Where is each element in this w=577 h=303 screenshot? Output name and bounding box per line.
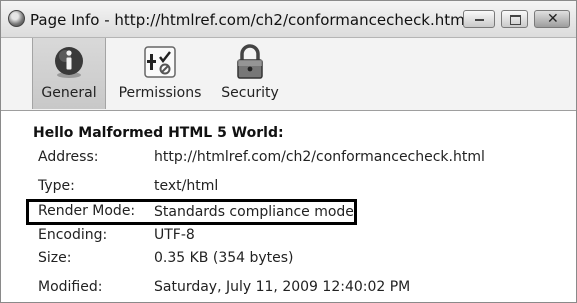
lock-icon	[237, 44, 263, 79]
tab-security-label: Security	[221, 85, 279, 101]
encoding-label: Encoding:	[38, 227, 108, 243]
general-panel: Hello Malformed HTML 5 World: Address: h…	[1, 111, 576, 302]
close-button[interactable]: ✕	[534, 10, 570, 28]
tab-security[interactable]: Security	[217, 38, 283, 109]
close-icon: ✕	[547, 11, 559, 27]
page-title: Hello Malformed HTML 5 World:	[33, 125, 284, 141]
info-row-type: Type: text/html	[1, 178, 576, 200]
tab-general[interactable]: General	[32, 38, 106, 109]
minimize-button[interactable]	[463, 10, 495, 28]
modified-value[interactable]: Saturday, July 11, 2009 12:40:02 PM	[154, 279, 410, 295]
type-value[interactable]: text/html	[154, 178, 218, 194]
tab-general-label: General	[41, 85, 97, 101]
highlight-box	[26, 199, 357, 225]
tab-permissions-label: Permissions	[118, 85, 202, 101]
type-label: Type:	[38, 178, 75, 194]
address-label: Address:	[38, 149, 99, 165]
maximize-button[interactable]	[501, 10, 528, 28]
info-row-size: Size: 0.35 KB (354 bytes)	[1, 250, 576, 272]
app-icon	[8, 10, 25, 27]
address-value[interactable]: http://htmlref.com/ch2/conformancecheck.…	[154, 149, 485, 165]
encoding-value[interactable]: UTF-8	[154, 227, 195, 243]
window-title: Page Info - http://htmlref.com/ch2/confo…	[30, 11, 469, 29]
permissions-icon	[144, 46, 176, 78]
tab-permissions[interactable]: Permissions	[114, 38, 206, 109]
toolbar: General Permissions Security	[1, 38, 576, 111]
info-icon	[55, 47, 83, 78]
info-row-encoding: Encoding: UTF-8	[1, 227, 576, 249]
info-row-modified: Modified: Saturday, July 11, 2009 12:40:…	[1, 279, 576, 301]
maximize-icon	[510, 15, 521, 25]
info-row-address: Address: http://htmlref.com/ch2/conforma…	[1, 149, 576, 171]
size-value[interactable]: 0.35 KB (354 bytes)	[154, 250, 294, 266]
title-bar[interactable]: Page Info - http://htmlref.com/ch2/confo…	[1, 1, 576, 38]
minimize-icon	[475, 19, 484, 21]
modified-label: Modified:	[38, 279, 103, 295]
size-label: Size:	[38, 250, 72, 266]
page-info-window: Page Info - http://htmlref.com/ch2/confo…	[0, 0, 577, 303]
